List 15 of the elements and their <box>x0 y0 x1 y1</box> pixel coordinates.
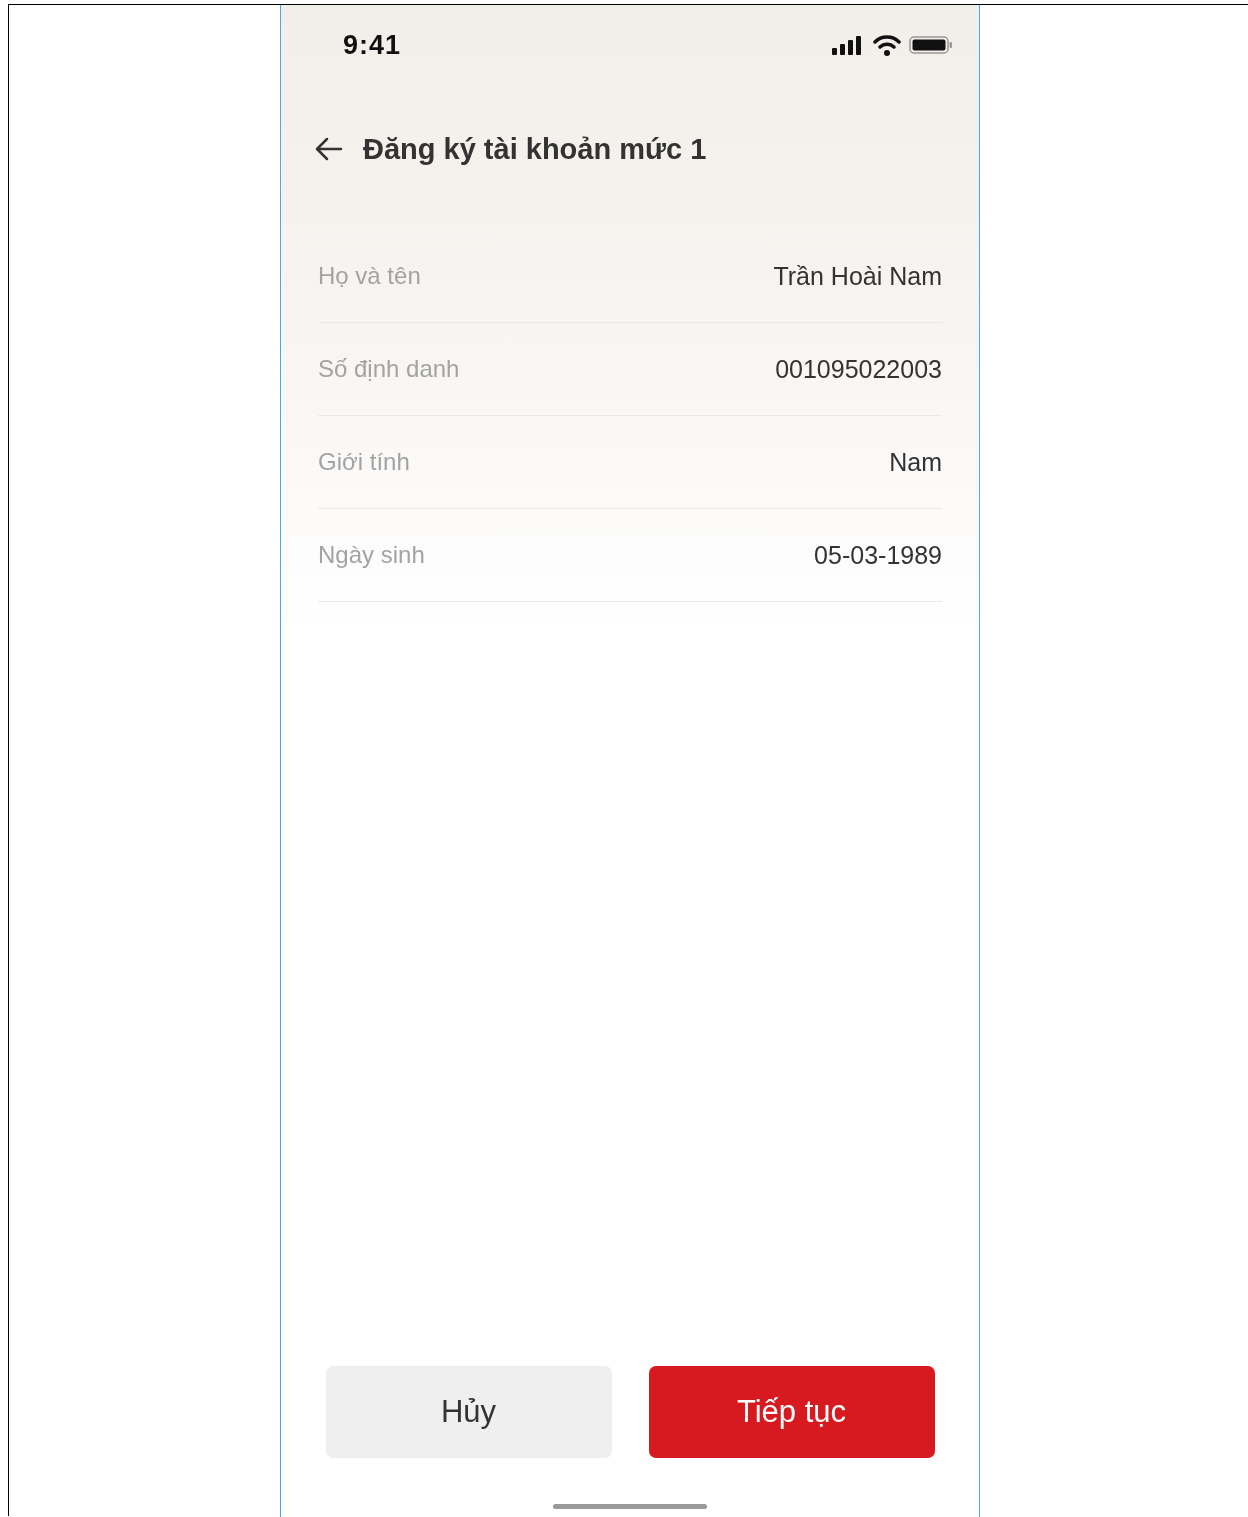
wifi-icon <box>873 34 901 56</box>
field-label: Họ và tên <box>318 262 421 290</box>
cancel-button[interactable]: Hủy <box>325 1366 612 1458</box>
status-time: 9:41 <box>343 29 402 61</box>
field-label: Số định danh <box>318 355 460 383</box>
battery-icon <box>909 35 953 55</box>
continue-button[interactable]: Tiếp tục <box>648 1366 935 1458</box>
back-arrow-icon[interactable] <box>315 137 343 161</box>
field-value: Trần Hoài Nam <box>773 261 942 291</box>
field-value: 05-03-1989 <box>814 540 942 570</box>
field-value: Nam <box>889 447 942 477</box>
screen-title: Đăng ký tài khoản mức 1 <box>363 132 707 166</box>
field-label: Ngày sinh <box>318 541 425 569</box>
field-value: 001095022003 <box>775 354 942 384</box>
field-label: Giới tính <box>318 448 410 476</box>
